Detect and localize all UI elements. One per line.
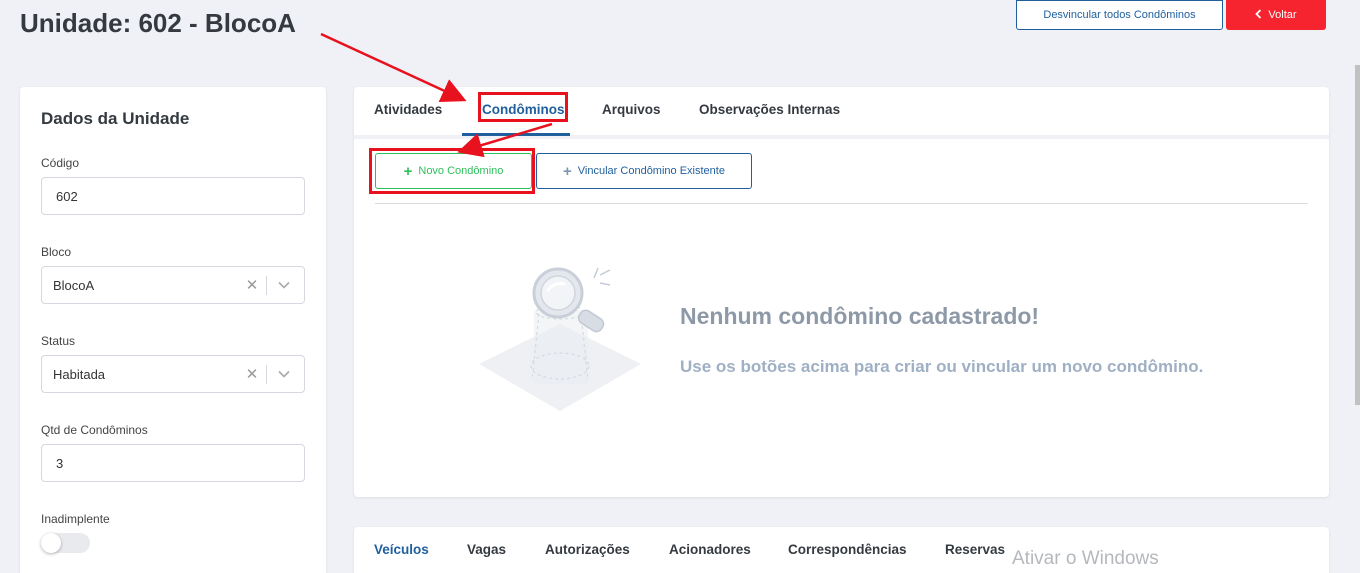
inadimplente-label: Inadimplente xyxy=(41,512,110,526)
unlink-all-residents-button[interactable]: Desvincular todos Condôminos xyxy=(1016,0,1223,30)
annotation-highlight-tab xyxy=(478,92,568,122)
qtd-input[interactable]: 3 xyxy=(41,444,305,482)
tab-atividades[interactable]: Atividades xyxy=(374,102,442,117)
tab-observacoes-internas[interactable]: Observações Internas xyxy=(699,102,840,117)
plus-icon: + xyxy=(563,162,572,180)
unit-tabs-panel: Atividades Condôminos Arquivos Observaçõ… xyxy=(354,87,1329,497)
tab-reservas[interactable]: Reservas xyxy=(945,542,1005,557)
empty-state-subtitle: Use os botões acima para criar ou vincul… xyxy=(680,357,1204,376)
status-value: Habitada xyxy=(53,366,106,382)
tab-arquivos[interactable]: Arquivos xyxy=(602,102,661,117)
unit-data-panel: Dados da Unidade Código 602 Bloco BlocoA… xyxy=(20,87,326,573)
link-existing-resident-button[interactable]: + Vincular Condômino Existente xyxy=(536,153,752,189)
magnifier-empty-illustration-icon xyxy=(479,267,641,411)
qtd-label: Qtd de Condôminos xyxy=(41,423,148,437)
codigo-input[interactable]: 602 xyxy=(41,177,305,215)
status-label: Status xyxy=(41,334,76,348)
link-resident-label: Vincular Condômino Existente xyxy=(577,165,725,177)
page-title: Unidade: 602 - BlocoA xyxy=(20,8,296,38)
toggle-knob xyxy=(41,533,61,553)
clear-icon[interactable]: ✕ xyxy=(242,356,262,392)
inadimplente-toggle[interactable] xyxy=(41,533,90,553)
tab-vagas[interactable]: Vagas xyxy=(467,542,506,557)
bloco-select[interactable]: BlocoA ✕ xyxy=(41,266,305,304)
tab-veiculos[interactable]: Veículos xyxy=(374,542,429,557)
chevron-down-icon[interactable] xyxy=(272,267,296,303)
tab-acionadores[interactable]: Acionadores xyxy=(669,542,751,557)
bloco-label: Bloco xyxy=(41,245,72,259)
chevron-left-icon xyxy=(1255,8,1262,22)
chevron-down-icon[interactable] xyxy=(272,356,296,392)
annotation-highlight-button xyxy=(369,148,535,194)
select-separator xyxy=(266,365,267,384)
status-select[interactable]: Habitada ✕ xyxy=(41,355,305,393)
windows-activation-watermark: Ativar o Windows xyxy=(1012,548,1159,569)
select-separator xyxy=(266,276,267,295)
page-scrollbar[interactable] xyxy=(1355,65,1360,405)
clear-icon[interactable]: ✕ xyxy=(242,267,262,303)
active-tab-indicator xyxy=(462,133,570,136)
bloco-value: BlocoA xyxy=(53,277,95,293)
unit-panel-title: Dados da Unidade xyxy=(41,109,190,128)
tab-autorizacoes[interactable]: Autorizações xyxy=(545,542,630,557)
codigo-label: Código xyxy=(41,156,80,170)
tab-correspondencias[interactable]: Correspondências xyxy=(788,542,907,557)
secondary-tabs-panel: Veículos Vagas Autorizações Acionadores … xyxy=(354,527,1329,573)
back-button-label: Voltar xyxy=(1268,9,1297,21)
actions-divider xyxy=(375,203,1308,204)
empty-state-title: Nenhum condômino cadastrado! xyxy=(680,303,1040,329)
back-button[interactable]: Voltar xyxy=(1226,0,1326,30)
